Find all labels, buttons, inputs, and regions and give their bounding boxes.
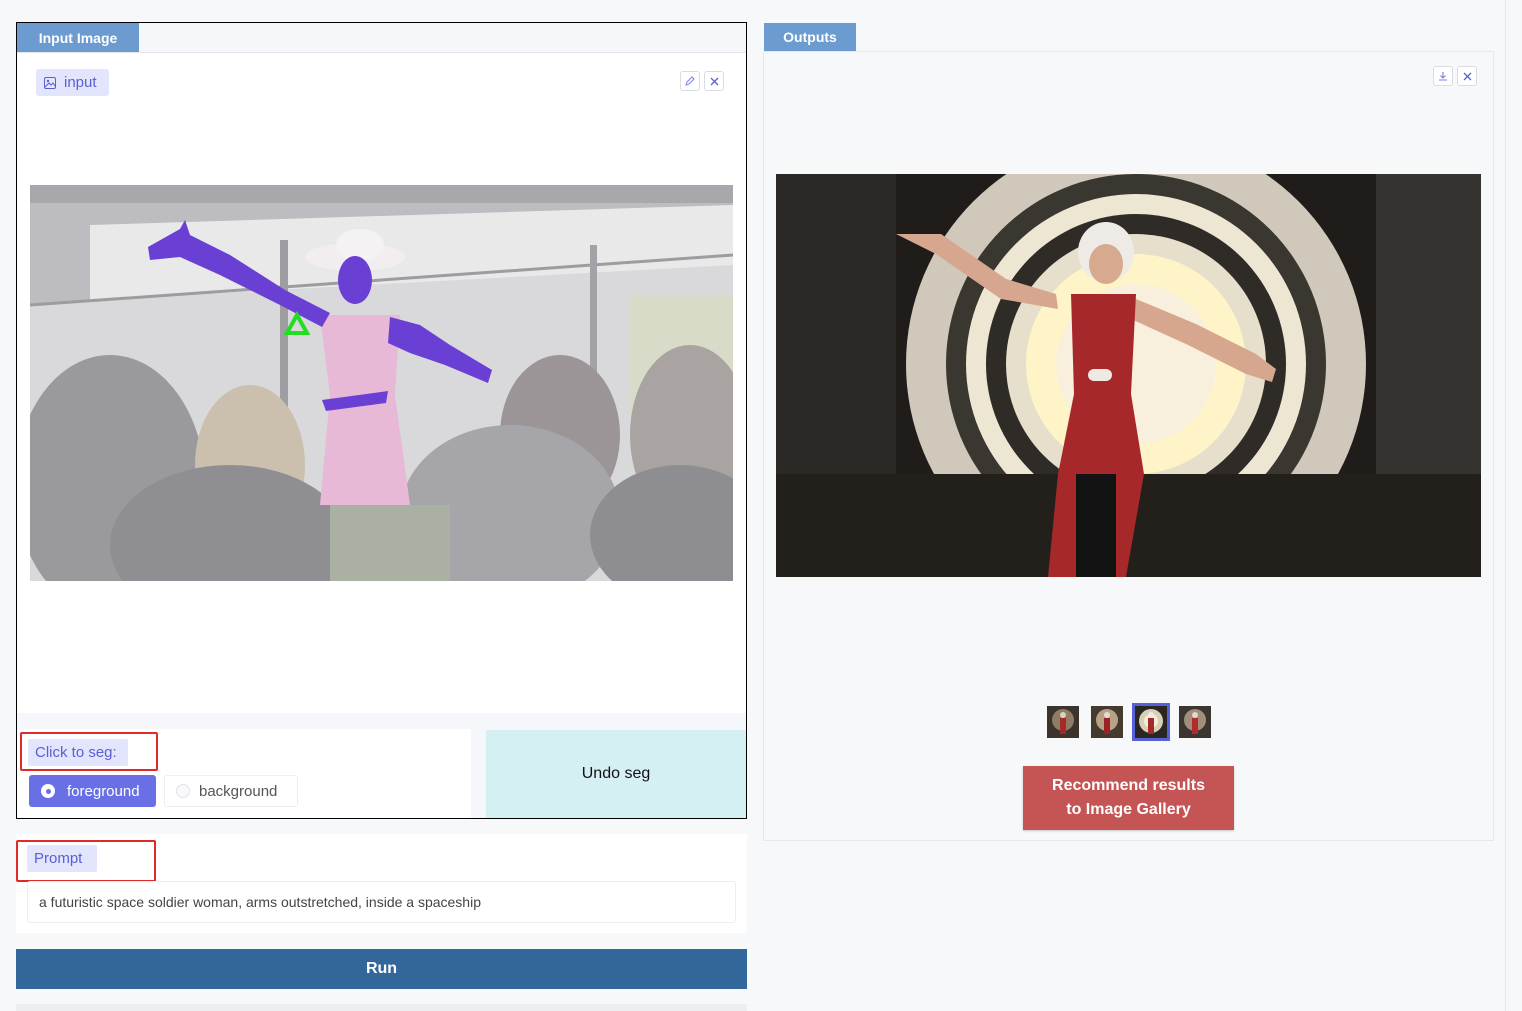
output-image[interactable]: [776, 174, 1481, 577]
output-thumbnail-3[interactable]: [1132, 703, 1170, 741]
recommend-label-line1: Recommend results: [1052, 777, 1205, 794]
input-image-tab[interactable]: Input Image: [17, 23, 139, 52]
edit-image-button[interactable]: [680, 71, 700, 91]
input-badge-label: input: [64, 74, 97, 91]
image-icon: [44, 76, 56, 89]
radio-selected-icon: [41, 784, 55, 798]
clear-output-button[interactable]: [1457, 66, 1477, 86]
run-button[interactable]: Run: [16, 949, 747, 989]
radio-foreground[interactable]: foreground: [29, 775, 156, 807]
segmented-input-image[interactable]: [30, 185, 733, 581]
undo-seg-button[interactable]: Undo seg: [486, 730, 746, 818]
output-thumbnail-4[interactable]: [1179, 706, 1211, 738]
radio-background[interactable]: background: [164, 775, 298, 807]
download-button[interactable]: [1433, 66, 1453, 86]
radio-foreground-label: foreground: [67, 782, 140, 800]
outputs-tab[interactable]: Outputs: [764, 23, 856, 51]
output-thumbnail-2[interactable]: [1091, 706, 1123, 738]
download-icon: [1438, 71, 1448, 81]
clear-image-button[interactable]: [704, 71, 724, 91]
close-icon: [1463, 72, 1472, 81]
bottom-strip: [16, 1004, 747, 1011]
pencil-icon: [685, 76, 695, 86]
recommend-to-gallery-button[interactable]: Recommend results to Image Gallery: [1023, 766, 1234, 830]
prompt-label: Prompt: [27, 845, 97, 872]
page-right-border: [1505, 0, 1506, 1011]
radio-unselected-icon: [176, 784, 190, 798]
output-thumbnail-1[interactable]: [1047, 706, 1079, 738]
prompt-input[interactable]: [27, 881, 736, 923]
seg-label: Click to seg:: [28, 739, 128, 766]
recommend-label-line2: to Image Gallery: [1066, 801, 1191, 818]
radio-background-label: background: [199, 782, 278, 800]
input-badge: input: [36, 69, 109, 96]
close-icon: [710, 77, 719, 86]
